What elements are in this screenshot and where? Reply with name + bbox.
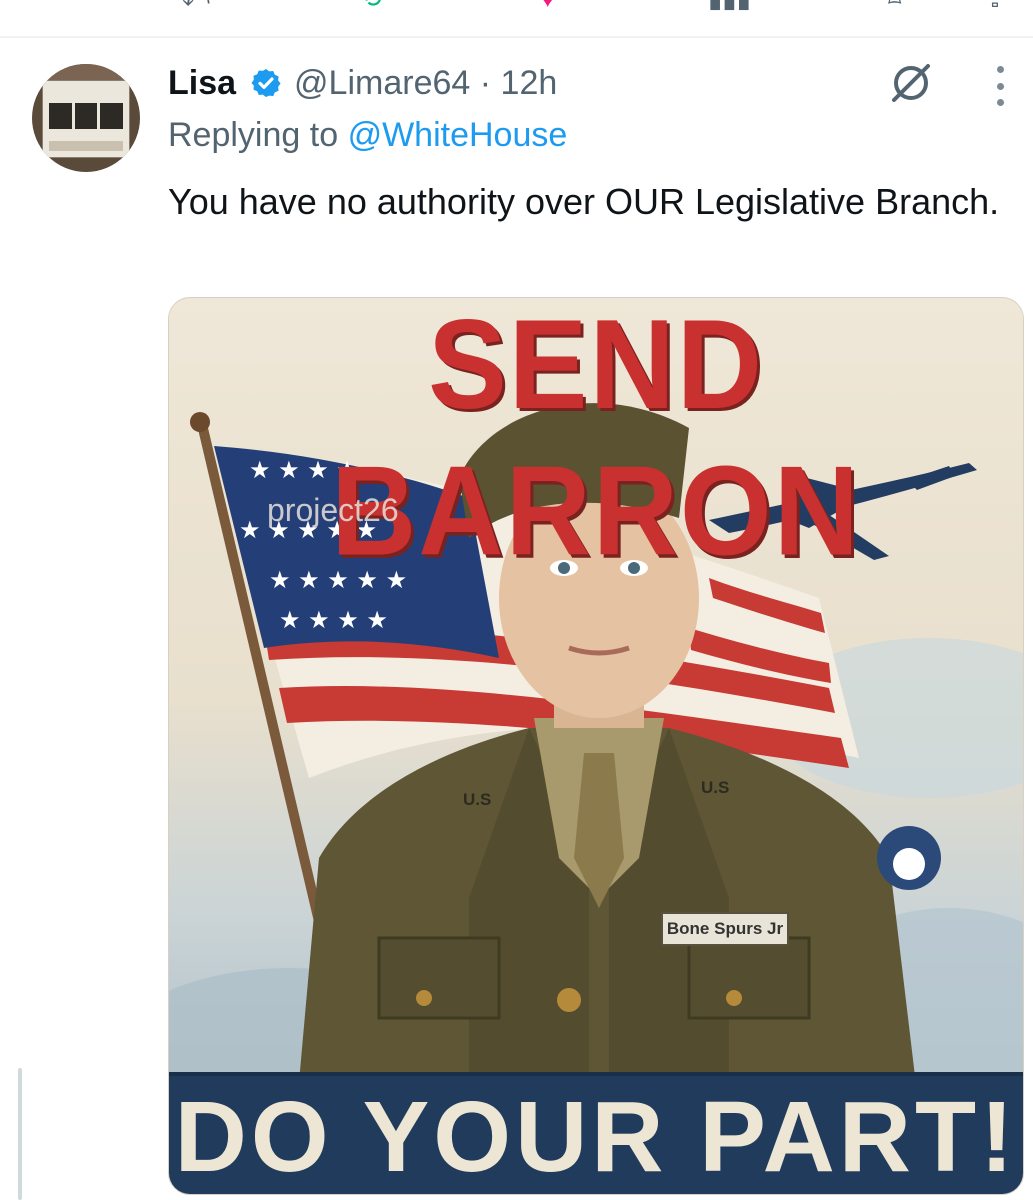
reply-icon[interactable]: ⤺: [182, 0, 210, 12]
replying-to-link[interactable]: @WhiteHouse: [348, 116, 568, 154]
watermark: project26: [267, 492, 399, 528]
divider: [0, 36, 1033, 38]
collar-insignia-left: U.S: [463, 790, 492, 809]
avatar-book-portraits: [49, 103, 124, 129]
bookmark-icon[interactable]: ⌑: [888, 0, 901, 13]
separator: ·: [479, 63, 492, 102]
tweet-text: You have no authority over OUR Legislati…: [168, 181, 1000, 222]
thread-line: [18, 1068, 22, 1200]
timestamp[interactable]: 12h: [501, 64, 558, 102]
like-icon[interactable]: ♥: [540, 0, 555, 13]
svg-text:★ ★ ★ ★: ★ ★ ★ ★: [279, 606, 388, 634]
poster-banner: DO YOUR PART!: [169, 1072, 1023, 1194]
share-icon[interactable]: ⇪: [984, 0, 1006, 13]
replying-to: Replying to @WhiteHouse: [168, 116, 567, 155]
poster-banner-text: DO YOUR PART!: [174, 1081, 1018, 1193]
avatar[interactable]: [32, 64, 140, 172]
collar-insignia-right: U.S: [701, 778, 730, 797]
views-icon[interactable]: ▮▮▮: [708, 0, 751, 13]
name-tag: Bone Spurs Jr: [661, 912, 789, 946]
handle-time-line: @Limare64 · 12h: [294, 64, 557, 103]
avatar-book-footer: [49, 141, 123, 151]
tweet-header: Lisa @Limare64 · 12h: [168, 60, 557, 106]
author-handle[interactable]: @Limare64: [294, 64, 470, 102]
avatar-book-cover: [42, 80, 130, 158]
retweet-icon[interactable]: ⟲: [360, 0, 382, 13]
verified-badge-icon: [251, 69, 281, 97]
author-name[interactable]: Lisa: [168, 64, 236, 103]
more-dots-icon[interactable]: [988, 66, 1012, 106]
poster-title: SEND BARRON: [331, 297, 861, 583]
replying-prefix: Replying to: [168, 116, 339, 154]
grok-icon[interactable]: [888, 60, 934, 106]
tweet-media-image[interactable]: ★ ★ ★ ★ ★ ★ ★ ★ ★ ★ ★ ★ ★ ★ ★ ★ ★ ★ SEND…: [168, 297, 1024, 1195]
tweet-action-bar: ⤺ ⟲ ♥ ▮▮▮ ⌑ ⇪: [0, 0, 1033, 36]
